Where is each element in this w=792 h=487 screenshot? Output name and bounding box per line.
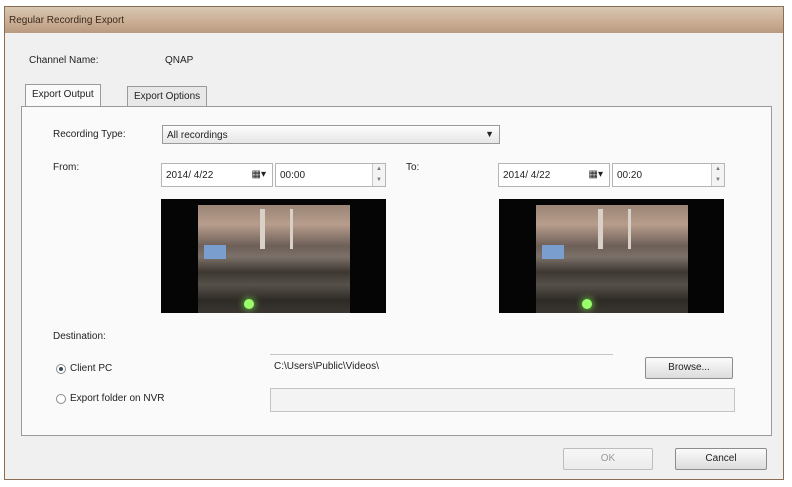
cancel-button[interactable]: Cancel — [675, 448, 767, 470]
title-bar[interactable]: Regular Recording Export — [5, 7, 783, 33]
to-label: To: — [406, 162, 420, 173]
from-time-value: 00:00 — [280, 170, 306, 181]
destination-label: Destination: — [53, 331, 106, 342]
tab-export-options[interactable]: Export Options — [127, 86, 208, 106]
tab-export-output[interactable]: Export Output — [25, 84, 101, 106]
recording-type-value: All recordings — [167, 130, 228, 141]
channel-name-label: Channel Name: — [29, 55, 99, 66]
video-frame — [198, 205, 350, 313]
recording-type-select[interactable]: All recordings ▼ — [162, 125, 500, 144]
export-output-panel: Recording Type: All recordings ▼ From: 2… — [21, 106, 772, 436]
spin-up-icon[interactable]: ▲ — [373, 164, 385, 175]
from-date-value: 2014/ 4/22 — [166, 170, 214, 181]
nvr-folder-radio[interactable] — [56, 394, 66, 404]
to-time-spinner[interactable]: ▲ ▼ — [711, 164, 724, 186]
dropdown-arrow-icon: ▼ — [485, 129, 494, 139]
nvr-folder-field[interactable] — [270, 388, 735, 412]
to-preview-thumbnail — [499, 199, 724, 313]
to-time-input[interactable]: 00:20 ▲ ▼ — [612, 163, 725, 187]
recording-type-label: Recording Type: — [53, 129, 126, 140]
to-time-value: 00:20 — [617, 170, 643, 181]
to-date-picker[interactable]: 2014/ 4/22 ▦▾ — [498, 163, 610, 187]
destination-path-field[interactable]: C:\Users\Public\Videos\ — [270, 354, 613, 376]
from-preview-thumbnail — [161, 199, 386, 313]
nvr-folder-label[interactable]: Export folder on NVR — [70, 393, 165, 404]
to-date-value: 2014/ 4/22 — [503, 170, 551, 181]
from-time-input[interactable]: 00:00 ▲ ▼ — [275, 163, 386, 187]
calendar-dropdown-icon[interactable]: ▦▾ — [252, 169, 266, 180]
spin-down-icon[interactable]: ▼ — [712, 175, 724, 186]
spin-down-icon[interactable]: ▼ — [373, 175, 385, 186]
ok-button[interactable]: OK — [563, 448, 653, 470]
channel-name-value: QNAP — [165, 55, 194, 66]
from-time-spinner[interactable]: ▲ ▼ — [372, 164, 385, 186]
calendar-dropdown-icon[interactable]: ▦▾ — [589, 169, 603, 180]
browse-button[interactable]: Browse... — [645, 357, 733, 379]
export-dialog: Regular Recording Export Channel Name: Q… — [4, 6, 784, 480]
client-pc-radio[interactable] — [56, 364, 66, 374]
window-title: Regular Recording Export — [9, 15, 125, 26]
spin-up-icon[interactable]: ▲ — [712, 164, 724, 175]
from-date-picker[interactable]: 2014/ 4/22 ▦▾ — [161, 163, 273, 187]
destination-path-value: C:\Users\Public\Videos\ — [274, 361, 379, 372]
client-pc-label[interactable]: Client PC — [70, 363, 112, 374]
from-label: From: — [53, 162, 80, 173]
video-frame — [536, 205, 688, 313]
